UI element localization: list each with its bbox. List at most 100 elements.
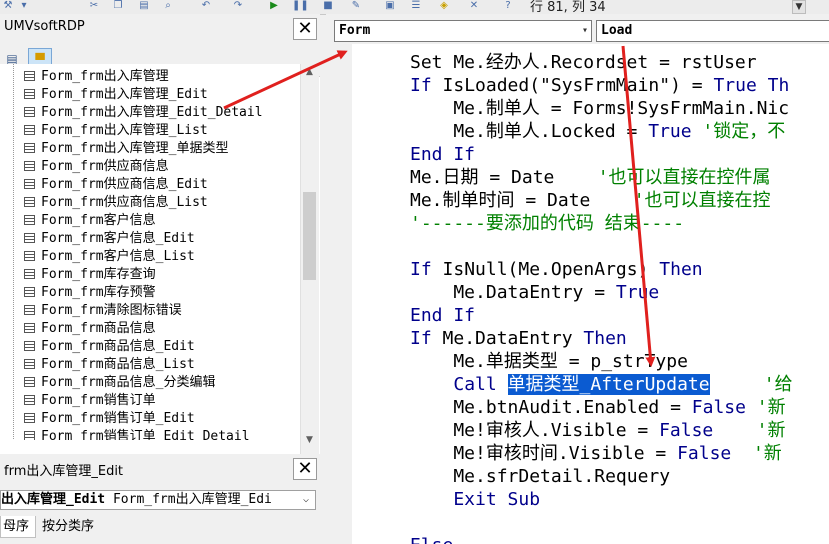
- tree-item[interactable]: Form_frm供应商信息_Edit: [24, 176, 208, 194]
- tree-item-label: Form_frm库存预警: [41, 285, 156, 300]
- code-line[interactable]: Exit Sub: [410, 488, 540, 511]
- tree-item[interactable]: Form_frm销售订单_Edit_Detail: [24, 428, 250, 440]
- code-editor[interactable]: Set Me.经办人.Recordset = rstUser If IsLoade…: [352, 44, 829, 544]
- properties-close-button[interactable]: ✕: [293, 458, 317, 480]
- code-line[interactable]: Me.制单人 = Forms!SysFrmMain.Nic: [410, 97, 789, 120]
- tree-item[interactable]: Form_frm客户信息_Edit: [24, 230, 195, 248]
- tree-item-label: Form_frm出入库管理_Edit_Detail: [41, 105, 263, 120]
- tree-item[interactable]: Form_frm出入库管理_Edit: [24, 86, 208, 104]
- code-comment: '锁定，不: [691, 121, 786, 142]
- form-module-icon: [24, 395, 35, 405]
- code-text: Me!审核时间.Visible =: [410, 443, 678, 464]
- form-module-icon: [24, 71, 35, 81]
- code-text: Me.sfrDetail.Requery: [410, 466, 671, 487]
- code-line[interactable]: Call 单据类型_AfterUpdate '给: [410, 373, 793, 396]
- tree-item-label: Form_frm供应商信息: [41, 159, 169, 174]
- tree-item[interactable]: Form_frm商品信息: [24, 320, 156, 338]
- tree-item[interactable]: Form_frm客户信息: [24, 212, 156, 230]
- reset-icon[interactable]: ■: [322, 1, 334, 11]
- copy-icon[interactable]: ❐: [112, 1, 124, 11]
- tree-item-label: Form_frm库存查询: [41, 267, 156, 282]
- properties-panel: frm出入库管理_Edit ✕ 出入库管理_Edit Form_frm出入库管理…: [0, 456, 320, 544]
- tree-item-label: Form_frm商品信息: [41, 321, 156, 336]
- scroll-thumb[interactable]: [303, 192, 316, 280]
- design-mode-icon[interactable]: ✎: [350, 1, 362, 11]
- tree-item[interactable]: Form_frm商品信息_List: [24, 356, 195, 374]
- properties-icon[interactable]: ☰: [410, 1, 422, 11]
- code-line[interactable]: Me.制单人.Locked = True '锁定，不: [410, 120, 785, 143]
- tree-item[interactable]: Form_frm客户信息_List: [24, 248, 195, 266]
- project-close-button[interactable]: ✕: [293, 18, 317, 40]
- tree-item[interactable]: Form_frm商品信息_Edit: [24, 338, 195, 356]
- code-line[interactable]: If IsNull(Me.OpenArgs) Then: [410, 258, 703, 281]
- scroll-down-icon[interactable]: ▼: [301, 432, 318, 448]
- code-line[interactable]: End If: [410, 143, 475, 166]
- tree-item[interactable]: Form_frm供应商信息_List: [24, 194, 208, 212]
- code-line[interactable]: If Me.DataEntry Then: [410, 327, 627, 350]
- code-line[interactable]: Me.DataEntry = True: [410, 281, 659, 304]
- code-text: IsNull(Me.OpenArgs): [442, 259, 660, 280]
- wrench-icon[interactable]: ⚒: [2, 1, 14, 11]
- paste-icon[interactable]: ▤: [138, 1, 150, 11]
- tree-item[interactable]: Form_frm销售订单_Edit: [24, 410, 195, 428]
- tree-item[interactable]: Form_frm出入库管理_List: [24, 122, 208, 140]
- tree-item[interactable]: Form_frm销售订单: [24, 392, 156, 410]
- code-line[interactable]: Else: [410, 534, 453, 544]
- dropdown-arrow-icon[interactable]: ▾: [18, 1, 30, 11]
- tree-item-label: Form_frm客户信息_Edit: [41, 231, 195, 246]
- chevron-down-icon[interactable]: ⌵: [299, 491, 313, 509]
- undo-icon[interactable]: ↶: [200, 1, 212, 11]
- cut-icon[interactable]: ✂: [88, 1, 100, 11]
- code-line[interactable]: If IsLoaded("SysFrmMain") = True Th: [410, 74, 789, 97]
- toolbox-icon[interactable]: ✕: [468, 1, 480, 11]
- tree-vertical-scrollbar[interactable]: ▲ ▼: [300, 64, 319, 454]
- code-line[interactable]: Me.单据类型 = p_strType: [410, 350, 688, 373]
- object-browser-icon[interactable]: ◈: [438, 1, 450, 11]
- code-line[interactable]: Me.制单时间 = Date '也可以直接在控: [410, 189, 771, 212]
- code-line[interactable]: Me.日期 = Date '也可以直接在控件属: [410, 166, 771, 189]
- tree-item[interactable]: Form_frm出入库管理_Edit_Detail: [24, 104, 263, 122]
- tree-item[interactable]: Form_frm库存预警: [24, 284, 156, 302]
- tree-item-label: Form_frm出入库管理_List: [41, 123, 208, 138]
- find-icon[interactable]: ⌕: [162, 1, 174, 11]
- code-margin-indicator-bar[interactable]: [326, 44, 352, 544]
- properties-object-type: Form_frm出入库管理_Edi: [112, 492, 272, 507]
- tab-alphabetic[interactable]: 母序: [0, 516, 36, 538]
- project-explorer-icon[interactable]: ▣: [384, 1, 396, 11]
- object-combo[interactable]: Form ▾: [334, 20, 592, 42]
- tree-item-label: Form_frm商品信息_Edit: [41, 339, 195, 354]
- scroll-up-icon[interactable]: ▲: [301, 64, 318, 80]
- properties-tabs: 母序 按分类序: [0, 516, 320, 540]
- code-line[interactable]: Me.sfrDetail.Requery: [410, 465, 670, 488]
- tree-item-label: Form_frm供应商信息_Edit: [41, 177, 208, 192]
- code-line[interactable]: Me!审核人.Visible = False '新: [410, 419, 785, 442]
- run-icon[interactable]: ▶: [268, 1, 280, 11]
- code-line[interactable]: '------要添加的代码 结束----: [410, 212, 684, 235]
- tree-item[interactable]: Form_frm清除图标错误: [24, 302, 182, 320]
- tree-item-label: Form_frm出入库管理_单据类型: [41, 141, 229, 156]
- code-text: Me.制单人 = Forms!SysFrmMain.Nic: [410, 98, 790, 119]
- form-module-icon: [24, 125, 35, 135]
- chevron-down-icon[interactable]: ▾: [582, 21, 588, 41]
- tree-item-label: Form_frm出入库管理: [41, 69, 169, 84]
- tab-categorized[interactable]: 按分类序: [40, 516, 96, 538]
- tree-item[interactable]: Form_frm供应商信息: [24, 158, 169, 176]
- toolbar-scroll-down-icon[interactable]: ▼: [792, 0, 806, 14]
- tree-item[interactable]: Form_frm出入库管理: [24, 68, 169, 86]
- code-line[interactable]: Me!审核时间.Visible = False '新: [410, 442, 781, 465]
- project-explorer-titlebar: UMVsoftRDP ✕: [0, 14, 320, 44]
- tree-item[interactable]: Form_frm库存查询: [24, 266, 156, 284]
- tree-item[interactable]: Form_frm出入库管理_单据类型: [24, 140, 228, 158]
- break-icon[interactable]: ❚❚: [292, 1, 309, 11]
- properties-object-select[interactable]: 出入库管理_Edit Form_frm出入库管理_Edi ⌵: [0, 490, 316, 510]
- form-module-icon: [24, 161, 35, 171]
- code-line[interactable]: Me.btnAudit.Enabled = False '新: [410, 396, 785, 419]
- tree-item[interactable]: Form_frm商品信息_分类编辑: [24, 374, 215, 392]
- form-module-icon: [24, 359, 35, 369]
- help-icon[interactable]: ?: [502, 1, 514, 11]
- code-line[interactable]: End If: [410, 304, 475, 327]
- procedure-combo[interactable]: Load: [596, 20, 829, 42]
- code-line[interactable]: Set Me.经办人.Recordset = rstUser: [410, 51, 757, 74]
- redo-icon[interactable]: ↷: [232, 1, 244, 11]
